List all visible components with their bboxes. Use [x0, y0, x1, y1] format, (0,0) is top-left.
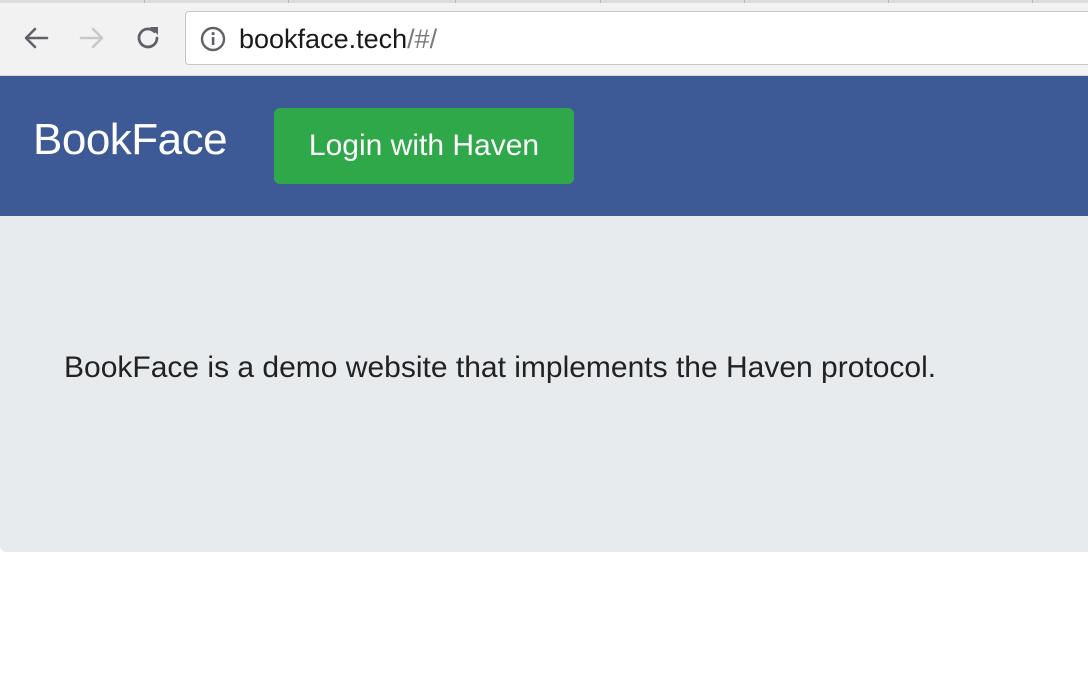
arrow-right-icon — [79, 27, 104, 49]
site-header: BookFace Login with Haven — [0, 76, 1088, 216]
reload-button[interactable] — [130, 20, 166, 56]
url-path: /#/ — [407, 24, 438, 54]
tab-separator — [144, 0, 145, 3]
login-with-haven-button[interactable]: Login with Haven — [274, 108, 574, 184]
url-host: bookface.tech — [239, 24, 408, 54]
address-bar[interactable]: bookface.tech/#/ — [185, 11, 1088, 65]
tab-strip — [0, 0, 1088, 3]
intro-text: BookFace is a demo website that implemen… — [64, 351, 937, 384]
url-text[interactable]: bookface.tech/#/ — [239, 24, 437, 54]
back-button[interactable] — [18, 20, 54, 56]
forward-button[interactable] — [74, 20, 110, 56]
tab-separator — [744, 0, 745, 3]
arrow-left-icon — [24, 27, 49, 49]
intro-jumbotron: BookFace is a demo website that implemen… — [0, 216, 1088, 552]
tab-separator — [455, 0, 456, 3]
tab-separator — [1032, 0, 1033, 3]
info-icon[interactable] — [200, 26, 226, 52]
tab-separator — [288, 0, 289, 3]
tab-separator — [888, 0, 889, 3]
browser-toolbar: bookface.tech/#/ — [0, 0, 1088, 76]
reload-icon — [137, 27, 159, 49]
tab-separator — [600, 0, 601, 3]
brand-logo[interactable]: BookFace — [33, 114, 228, 166]
